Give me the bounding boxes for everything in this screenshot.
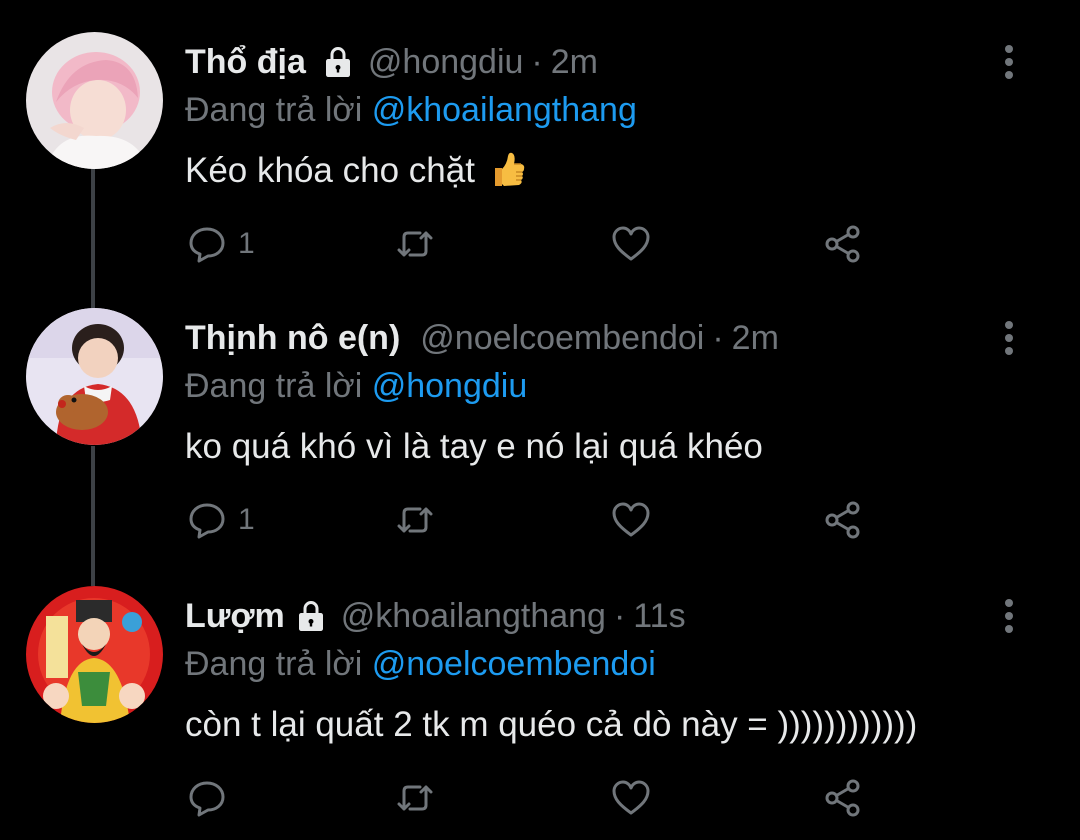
timestamp[interactable]: 2m — [732, 316, 779, 360]
share-icon — [825, 225, 860, 263]
display-name[interactable]: Thổ địa — [185, 40, 306, 84]
retweet-icon — [397, 231, 433, 257]
share-button[interactable] — [822, 222, 864, 266]
reply-count: 1 — [238, 227, 255, 260]
mention-link[interactable]: @hongdiu — [372, 367, 528, 405]
reply-icon — [189, 227, 225, 263]
separator-dot: · — [613, 597, 626, 635]
retweet-button[interactable] — [394, 776, 436, 820]
timestamp[interactable]: 11s — [633, 594, 685, 638]
more-options-icon[interactable] — [994, 42, 1024, 82]
share-icon — [825, 779, 860, 817]
replying-to: Đang trả lời @noelcoembendoi — [185, 642, 656, 686]
tweet-header: Lượm @khoailangthang · 11s — [185, 594, 686, 638]
reply-icon — [189, 781, 225, 817]
share-button[interactable] — [822, 776, 864, 820]
heart-icon — [612, 780, 650, 815]
tweet-thread: Thổ địa @hongdiu · 2m Đang trả lời @khoa… — [0, 0, 1080, 840]
tweet-header: Thịnh nô e(n) @noelcoembendoi · 2m — [185, 316, 779, 360]
tweet-header: Thổ địa @hongdiu · 2m — [185, 40, 598, 84]
retweet-button[interactable] — [394, 222, 436, 266]
heart-icon — [612, 502, 650, 537]
tweet-text: ko quá khó vì là tay e nó lại quá khéo — [185, 427, 763, 466]
reply-button[interactable] — [186, 776, 238, 820]
reply-count: 1 — [238, 503, 255, 536]
user-handle[interactable]: @noelcoembendoi — [420, 316, 704, 360]
like-button[interactable] — [610, 776, 652, 820]
user-handle[interactable]: @khoailangthang — [341, 594, 606, 638]
heart-icon — [612, 226, 650, 261]
replying-to-label: Đang trả lời — [185, 367, 363, 405]
tweet-text: còn t lại quất 2 tk m quéo cả dò này = )… — [185, 705, 918, 744]
tweet-actions — [186, 776, 886, 820]
reply-button[interactable]: 1 — [186, 498, 255, 542]
tweet-actions: 1 — [186, 498, 886, 542]
lock-icon — [293, 598, 329, 634]
more-options-icon[interactable] — [994, 318, 1024, 358]
timestamp[interactable]: 2m — [551, 40, 598, 84]
lock-icon — [320, 44, 356, 80]
tweet[interactable]: Thổ địa @hongdiu · 2m Đang trả lời @khoa… — [0, 22, 1080, 300]
tweet-actions: 1 — [186, 222, 886, 266]
share-button[interactable] — [822, 498, 864, 542]
more-options-icon[interactable] — [994, 596, 1024, 636]
replying-to-label: Đang trả lời — [185, 91, 363, 129]
avatar[interactable] — [26, 32, 163, 169]
display-name[interactable]: Lượm — [185, 594, 285, 638]
replying-to: Đang trả lời @khoailangthang — [185, 88, 637, 132]
avatar[interactable] — [26, 586, 163, 723]
mention-link[interactable]: @noelcoembendoi — [372, 645, 656, 683]
retweet-button[interactable] — [394, 498, 436, 542]
mention-link[interactable]: @khoailangthang — [372, 91, 637, 129]
reply-icon — [189, 503, 225, 539]
tweet[interactable]: Lượm @khoailangthang · 11s Đang trả lời … — [0, 576, 1080, 840]
user-handle[interactable]: @hongdiu — [368, 40, 524, 84]
retweet-icon — [397, 507, 433, 533]
like-button[interactable] — [610, 222, 652, 266]
display-name[interactable]: Thịnh nô e(n) — [185, 316, 400, 360]
replying-to: Đang trả lời @hongdiu — [185, 364, 527, 408]
tweet[interactable]: Thịnh nô e(n) @noelcoembendoi · 2m Đang … — [0, 298, 1080, 576]
like-button[interactable] — [610, 498, 652, 542]
avatar[interactable] — [26, 308, 163, 445]
tweet-text: Kéo khóa cho chặt — [185, 148, 525, 194]
thumbs-up-icon — [489, 150, 525, 190]
replying-to-label: Đang trả lời — [185, 645, 363, 683]
tweet-text-body: Kéo khóa cho chặt — [185, 151, 475, 190]
reply-button[interactable]: 1 — [186, 222, 255, 266]
separator-dot: · — [531, 43, 543, 81]
share-icon — [825, 501, 860, 539]
retweet-icon — [397, 785, 433, 811]
separator-dot: · — [712, 319, 724, 357]
